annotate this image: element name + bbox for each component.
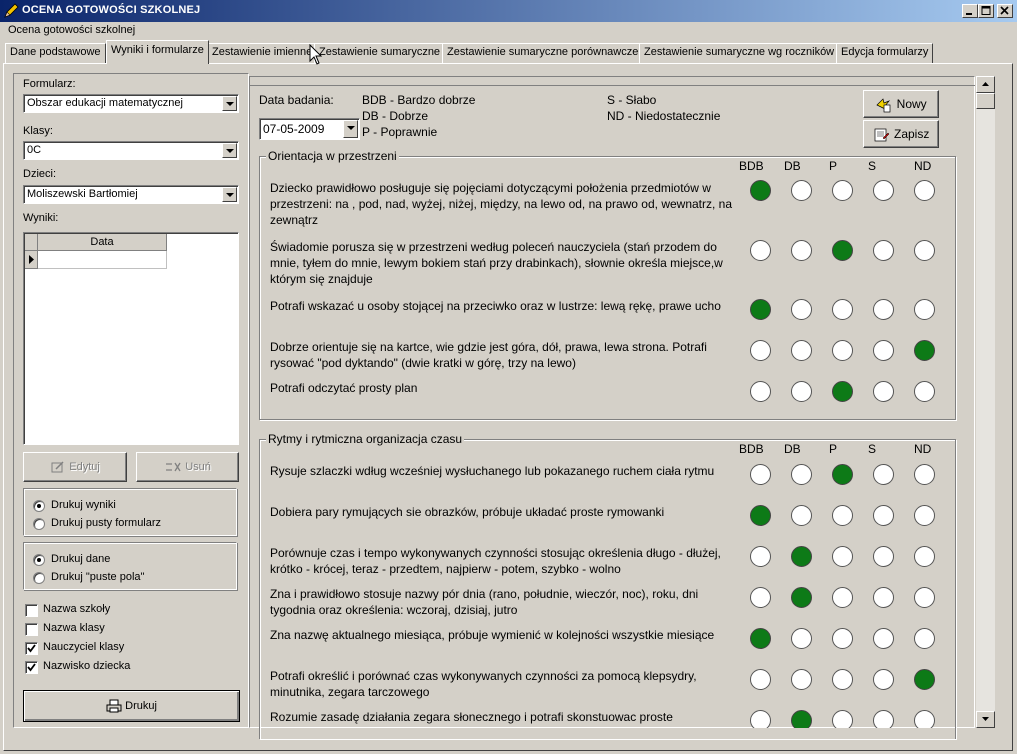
rating-p-radio[interactable] — [832, 587, 853, 608]
rating-s-radio[interactable] — [873, 587, 894, 608]
scroll-thumb[interactable] — [976, 93, 995, 109]
arrow-up-icon — [982, 82, 989, 86]
close-button[interactable] — [997, 4, 1013, 18]
rating-p-radio[interactable] — [832, 240, 853, 261]
rating-db-radio[interactable] — [791, 710, 812, 728]
rating-s-radio[interactable] — [873, 710, 894, 728]
rating-nd-radio[interactable] — [914, 180, 935, 201]
rating-p-radio[interactable] — [832, 669, 853, 690]
rating-p-radio[interactable] — [832, 464, 853, 485]
maximize-icon — [981, 6, 991, 15]
rating-p-radio[interactable] — [832, 381, 853, 402]
rating-bdb-radio[interactable] — [750, 240, 771, 261]
rating-bdb-radio[interactable] — [750, 180, 771, 201]
rating-s-radio[interactable] — [873, 628, 894, 649]
rating-bdb-radio[interactable] — [750, 464, 771, 485]
rating-nd-radio[interactable] — [914, 381, 935, 402]
rating-bdb-radio[interactable] — [750, 505, 771, 526]
rating-bdb-radio[interactable] — [750, 669, 771, 690]
rating-s-radio[interactable] — [873, 299, 894, 320]
rating-bdb-radio[interactable] — [750, 381, 771, 402]
rating-p-radio[interactable] — [832, 340, 853, 361]
rating-nd-radio[interactable] — [914, 628, 935, 649]
rating-s-radio[interactable] — [873, 669, 894, 690]
rating-s-radio[interactable] — [873, 381, 894, 402]
rating-p-radio[interactable] — [832, 299, 853, 320]
scroll-down-button[interactable] — [976, 711, 995, 728]
rating-nd-radio[interactable] — [914, 669, 935, 690]
rating-p-radio[interactable] — [832, 180, 853, 201]
maximize-button[interactable] — [978, 4, 994, 18]
rating-nd-radio[interactable] — [914, 299, 935, 320]
rating-nd-radio[interactable] — [914, 710, 935, 728]
rating-bdb-radio[interactable] — [750, 710, 771, 728]
rating-s-radio[interactable] — [873, 340, 894, 361]
rating-bdb-radio[interactable] — [750, 587, 771, 608]
rating-db-radio[interactable] — [791, 464, 812, 485]
rating-bdb-radio[interactable] — [750, 546, 771, 567]
rating-p-radio[interactable] — [832, 505, 853, 526]
rating-p-radio[interactable] — [832, 710, 853, 728]
rating-db-radio[interactable] — [791, 240, 812, 261]
rating-db-radio[interactable] — [791, 180, 812, 201]
rating-nd-radio[interactable] — [914, 546, 935, 567]
rating-s-radio[interactable] — [873, 464, 894, 485]
rating-db-radio[interactable] — [791, 340, 812, 361]
rating-p-radio[interactable] — [832, 546, 853, 567]
rating-nd-radio[interactable] — [914, 464, 935, 485]
arrow-down-icon — [982, 717, 989, 721]
rating-s-radio[interactable] — [873, 180, 894, 201]
scroll-up-button[interactable] — [976, 76, 995, 93]
rating-s-radio[interactable] — [873, 505, 894, 526]
tab-wyniki-i-formularze[interactable]: Wyniki i formularze — [106, 40, 209, 64]
vertical-scrollbar[interactable] — [976, 76, 995, 728]
rating-bdb-radio[interactable] — [750, 628, 771, 649]
rating-nd-radio[interactable] — [914, 340, 935, 361]
rating-grid — [0, 0, 975, 728]
rating-db-radio[interactable] — [791, 587, 812, 608]
rating-nd-radio[interactable] — [914, 505, 935, 526]
rating-nd-radio[interactable] — [914, 240, 935, 261]
rating-bdb-radio[interactable] — [750, 340, 771, 361]
rating-db-radio[interactable] — [791, 546, 812, 567]
rating-s-radio[interactable] — [873, 240, 894, 261]
rating-s-radio[interactable] — [873, 546, 894, 567]
rating-db-radio[interactable] — [791, 505, 812, 526]
rating-db-radio[interactable] — [791, 669, 812, 690]
rating-p-radio[interactable] — [832, 628, 853, 649]
rating-nd-radio[interactable] — [914, 587, 935, 608]
close-icon — [1000, 6, 1009, 15]
rating-bdb-radio[interactable] — [750, 299, 771, 320]
rating-db-radio[interactable] — [791, 299, 812, 320]
mouse-cursor-icon — [309, 44, 323, 65]
rating-db-radio[interactable] — [791, 628, 812, 649]
rating-db-radio[interactable] — [791, 381, 812, 402]
